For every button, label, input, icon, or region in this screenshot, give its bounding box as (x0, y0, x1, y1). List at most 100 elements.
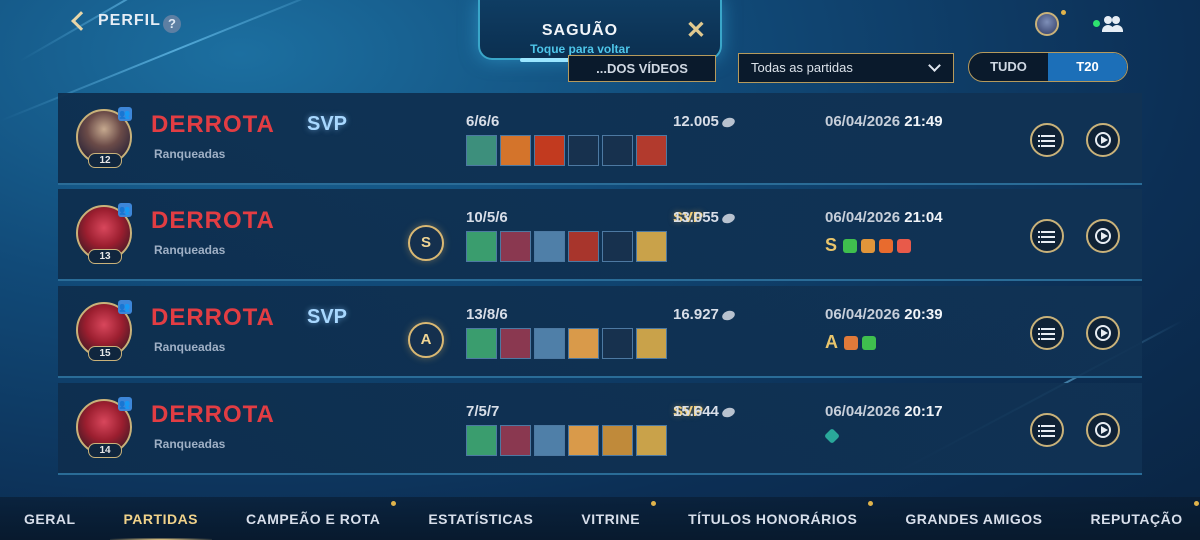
match-mode: Ranqueadas (154, 437, 226, 451)
replay-button[interactable] (1086, 413, 1120, 447)
tab-label: GERAL (24, 510, 76, 527)
item-slot (568, 135, 599, 166)
match-details-button[interactable] (1030, 413, 1064, 447)
tab-label: PARTIDAS (123, 510, 199, 527)
tab-label: GRANDES AMIGOS (905, 510, 1043, 527)
toggle-all[interactable]: TUDO (969, 53, 1048, 81)
kda: 7/5/7 (466, 403, 500, 420)
replay-button[interactable] (1086, 123, 1120, 157)
item-slot (636, 425, 667, 456)
champion-level: 13 (88, 249, 122, 264)
notification-dot (1193, 500, 1199, 506)
gold-coin-icon (720, 405, 737, 419)
match-award: SVP (307, 113, 348, 135)
champion-level: 14 (88, 443, 122, 458)
item-slot (568, 328, 599, 359)
notification-dot (651, 500, 657, 506)
item-slot (534, 425, 565, 456)
match-details-button[interactable] (1030, 219, 1064, 253)
replay-button[interactable] (1086, 219, 1120, 253)
tab-4[interactable]: VITRINE (557, 500, 664, 527)
gold-value: 15.644 (673, 403, 719, 420)
match-details-button[interactable] (1030, 123, 1064, 157)
close-icon[interactable]: ✕ (686, 16, 706, 45)
item-slot (534, 135, 565, 166)
item-slot (500, 425, 531, 456)
item-slot (636, 231, 667, 262)
match-result: DERROTA (151, 207, 275, 234)
match-datetime: 06/04/2026 21:49 (825, 113, 943, 130)
match-date: 06/04/2026 (825, 306, 901, 323)
match-badges: S (825, 235, 912, 256)
gold-earned: 15.644 (673, 403, 737, 420)
match-time: 20:17 (904, 403, 943, 420)
match-time: 21:49 (904, 113, 943, 130)
gold-value: 13.055 (673, 209, 719, 226)
match-row[interactable]: 👥 12 DERROTA Ranqueadas SVP 6/6/6 12.005 06/04/… (58, 93, 1142, 185)
match-details-button[interactable] (1030, 316, 1064, 350)
tab-3[interactable]: ESTATÍSTICAS (404, 511, 557, 527)
filter-value: Todas as partidas (751, 60, 853, 75)
match-row[interactable]: 👥 14 DERROTA Ranqueadas SVP 7/5/7 15.644 06/04/… (58, 383, 1142, 475)
match-result: DERROTA (151, 304, 275, 331)
friends-icon[interactable] (1093, 14, 1125, 34)
tab-label: CAMPEÃO E ROTA (246, 510, 381, 527)
gold-coin-icon (720, 115, 737, 129)
item-slot (602, 328, 633, 359)
achievement-icon (879, 238, 894, 253)
achievement-icon (843, 238, 858, 253)
achievement-icon (861, 238, 876, 253)
kda: 10/5/6 (466, 209, 508, 226)
achievement-icon (897, 238, 912, 253)
profile-avatar[interactable] (1035, 12, 1059, 36)
gold-coin-icon (720, 308, 737, 322)
item-slot (466, 425, 497, 456)
match-result: DERROTA (151, 111, 275, 138)
tab-5[interactable]: TÍTULOS HONORÁRIOS (664, 500, 881, 527)
help-icon[interactable]: ? (163, 15, 181, 33)
item-build (466, 328, 667, 359)
match-time: 20:39 (904, 306, 943, 323)
match-award: SVP (307, 306, 348, 328)
grade-medal-icon: S (408, 225, 444, 261)
lobby-subtitle: Toque para voltar (530, 42, 630, 56)
replay-button[interactable] (1086, 316, 1120, 350)
grade-medal-icon: A (408, 322, 444, 358)
item-slot (500, 135, 531, 166)
tab-label: TÍTULOS HONORÁRIOS (688, 510, 858, 527)
party-icon: 👥 (118, 203, 132, 217)
range-toggle[interactable]: TUDO T20 (968, 52, 1128, 82)
tab-7[interactable]: REPUTAÇÃO (1067, 500, 1200, 527)
gold-value: 16.927 (673, 306, 719, 323)
item-slot (466, 135, 497, 166)
item-slot (534, 231, 565, 262)
match-datetime: 06/04/2026 21:04 (825, 209, 943, 226)
tab-6[interactable]: GRANDES AMIGOS (881, 511, 1066, 527)
gold-earned: 16.927 (673, 306, 737, 323)
toggle-t20[interactable]: T20 (1048, 53, 1127, 81)
item-slot (500, 328, 531, 359)
notification-dot (1061, 10, 1066, 15)
match-row[interactable]: 👥 15 DERROTA Ranqueadas SVP A 13/8/6 16.927 06/0… (58, 286, 1142, 378)
back-button[interactable]: PERFIL (70, 11, 161, 31)
party-icon: 👥 (118, 107, 132, 121)
lobby-return-button[interactable]: SAGUÃO Toque para voltar ✕ (478, 0, 722, 62)
gold-earned: 12.005 (673, 113, 737, 130)
chevron-left-icon (71, 11, 91, 31)
tab-0[interactable]: GERAL (0, 511, 100, 527)
match-row[interactable]: 👥 13 DERROTA Ranqueadas SVP S 10/5/6 13.055 06/0… (58, 189, 1142, 281)
achievement-icon (844, 335, 858, 350)
tab-2[interactable]: CAMPEÃO E ROTA (222, 500, 404, 527)
champion-level: 15 (88, 346, 122, 361)
tab-label: ESTATÍSTICAS (428, 510, 534, 527)
notification-dot (868, 500, 874, 506)
item-build (466, 231, 667, 262)
tab-1[interactable]: PARTIDAS (100, 510, 223, 540)
match-filter-select[interactable]: Todas as partidas (738, 53, 954, 83)
match-mode: Ranqueadas (154, 147, 226, 161)
chevron-down-icon (928, 59, 941, 72)
videos-button[interactable]: ...DOS VÍDEOS (568, 55, 716, 82)
kda: 6/6/6 (466, 113, 500, 130)
match-badges: A (825, 332, 876, 353)
achievement-icon (862, 335, 876, 350)
